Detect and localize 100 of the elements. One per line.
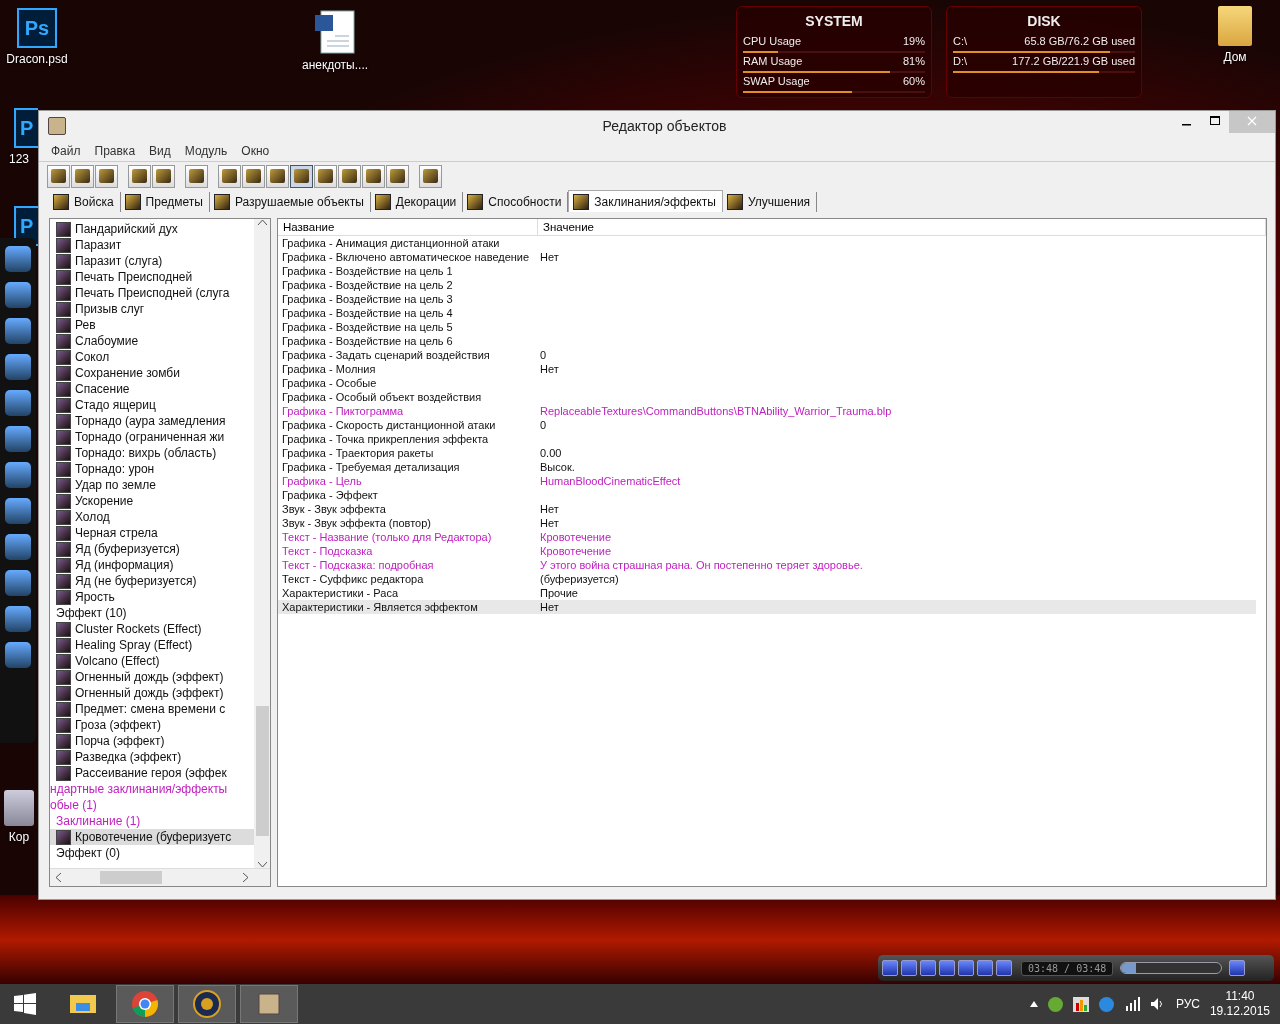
table-row[interactable]: Текст - Подсказка Кровотечение [278, 544, 1256, 558]
tree-folder[interactable]: Эффект (10) [50, 605, 254, 621]
scroll-right-icon[interactable] [243, 873, 249, 882]
tree-item[interactable]: Яд (буферизуется) [50, 541, 254, 557]
table-row[interactable]: Графика - Эффект [278, 488, 1256, 502]
column-header[interactable]: Название [278, 219, 538, 235]
tree-item[interactable]: Healing Spray (Effect) [50, 637, 254, 653]
table-row[interactable]: Графика - Траектория ракеты 0.00 [278, 446, 1256, 460]
seek-bar[interactable] [1120, 962, 1223, 974]
table-row[interactable]: Графика - Требуемая детализация Высок. [278, 460, 1256, 474]
tree-item[interactable]: Удар по земле [50, 477, 254, 493]
bar-chart-icon[interactable] [1072, 996, 1089, 1012]
tree-item[interactable]: Паразит (слуга) [50, 253, 254, 269]
table-row[interactable]: Графика - Анимация дистанционной атаки [278, 236, 1256, 250]
tree-item[interactable]: Торнадо: вихрь (область) [50, 445, 254, 461]
scroll-up-icon[interactable] [257, 219, 267, 225]
table-row[interactable]: Характеристики - Раса Прочие [278, 586, 1256, 600]
table-row[interactable]: Графика - Цель HumanBloodCinematicEffect [278, 474, 1256, 488]
tree-folder[interactable]: ндартные заклинания/эффекты [50, 781, 254, 797]
table-row[interactable]: Графика - Пиктограмма ReplaceableTextures\CommandButtons\BTNAbility_Warrior_Trauma.blp [278, 404, 1256, 418]
dock-app-icon[interactable] [5, 282, 31, 308]
toolbar-button[interactable] [290, 164, 313, 188]
tree-item[interactable]: Торнадо (ограниченная жи [50, 429, 254, 445]
menu-item[interactable]: Окно [234, 144, 277, 158]
tree-item[interactable]: Печать Преисподней (слуга [50, 285, 254, 301]
vertical-scrollbar[interactable] [254, 219, 270, 868]
toolbar-button[interactable] [314, 164, 337, 188]
table-row[interactable]: Текст - Название (только для Редактора) Кровотечение [278, 530, 1256, 544]
scroll-left-icon[interactable] [55, 873, 61, 882]
tree-item[interactable]: Торнадо (аура замедления [50, 413, 254, 429]
tree-item[interactable]: Стадо ящериц [50, 397, 254, 413]
language-indicator[interactable]: РУС [1175, 997, 1200, 1011]
player-button[interactable] [996, 960, 1012, 976]
desktop-icon-label[interactable]: Дом [1223, 50, 1247, 64]
dock-app-icon[interactable] [5, 246, 31, 272]
toolbar-button[interactable] [152, 164, 175, 188]
dock-app-icon[interactable] [5, 426, 31, 452]
tree-item[interactable]: Порча (эффект) [50, 733, 254, 749]
table-row[interactable]: Текст - Суффикс редактора (буферизуется) [278, 572, 1256, 586]
tree-item[interactable]: Яд (информация) [50, 557, 254, 573]
tree-folder[interactable]: Заклинание (1) [50, 813, 254, 829]
tree-item[interactable]: Volcano (Effect) [50, 653, 254, 669]
desktop-icon-label[interactable]: Dracon.psd [6, 52, 68, 66]
scroll-down-icon[interactable] [257, 862, 267, 868]
table-row[interactable]: Графика - Скорость дистанционной атаки 0 [278, 418, 1256, 432]
tree-item[interactable]: Ускорение [50, 493, 254, 509]
toolbar-button[interactable] [218, 164, 241, 188]
table-row[interactable]: Графика - Особый объект воздействия [278, 390, 1256, 404]
category-tab[interactable]: Заклинания/эффекты [568, 190, 723, 212]
toolbar-button[interactable] [338, 164, 361, 188]
tree-item[interactable]: Холод [50, 509, 254, 525]
tree-item[interactable]: Разведка (эффект) [50, 749, 254, 765]
toolbar-button[interactable] [266, 164, 289, 188]
desktop-icon-label[interactable]: Кор [8, 830, 30, 844]
toolbar-button[interactable] [128, 164, 151, 188]
tree-item[interactable]: Огненный дождь (эффект) [50, 685, 254, 701]
player-button[interactable] [939, 960, 955, 976]
table-row[interactable]: Характеристики - Является эффектом Нет [278, 600, 1256, 614]
menu-item[interactable]: Файл [44, 144, 88, 158]
toolbar-button[interactable] [185, 164, 208, 188]
table-row[interactable]: Графика - Воздействие на цель 2 [278, 278, 1256, 292]
scrollbar-thumb[interactable] [255, 706, 269, 836]
clock[interactable]: 11:40 19.12.2015 [1209, 989, 1270, 1019]
table-row[interactable]: Графика - Воздействие на цель 6 [278, 334, 1256, 348]
toolbar-button[interactable] [386, 164, 409, 188]
dock-app-icon[interactable] [5, 498, 31, 524]
table-row[interactable]: Графика - Включено автоматическое наведение Нет [278, 250, 1256, 264]
tree-item[interactable]: Cluster Rockets (Effect) [50, 621, 254, 637]
table-row[interactable]: Графика - Воздействие на цель 5 [278, 320, 1256, 334]
table-row[interactable]: Графика - Задать сценарий воздействия 0 [278, 348, 1256, 362]
player-button[interactable] [920, 960, 936, 976]
tree-item[interactable]: Гроза (эффект) [50, 717, 254, 733]
tree-folder[interactable]: обые (1) [50, 797, 254, 813]
tree-item[interactable]: Торнадо: урон [50, 461, 254, 477]
tree-item[interactable]: Слабоумие [50, 333, 254, 349]
dock-app-icon[interactable] [5, 534, 31, 560]
table-row[interactable]: Звук - Звук эффекта (повтор) Нет [278, 516, 1256, 530]
desktop-icon-label[interactable]: 123 [9, 152, 29, 166]
player-button[interactable] [901, 960, 917, 976]
desktop-icon-label[interactable]: анекдоты.... [301, 58, 369, 72]
dock-app-icon[interactable] [5, 390, 31, 416]
toolbar-button[interactable] [362, 164, 385, 188]
player-button[interactable] [1229, 960, 1246, 976]
tray-caret-icon[interactable] [1029, 1001, 1038, 1007]
dock-app-icon[interactable] [5, 570, 31, 596]
tree-item[interactable]: Сокол [50, 349, 254, 365]
tree-item[interactable]: Призыв слуг [50, 301, 254, 317]
toolbar-button[interactable] [71, 164, 94, 188]
player-button[interactable] [977, 960, 993, 976]
dock-app-icon[interactable] [5, 318, 31, 344]
table-row[interactable]: Графика - Молния Нет [278, 362, 1256, 376]
player-button[interactable] [958, 960, 974, 976]
table-row[interactable]: Графика - Точка прикрепления эффекта [278, 432, 1256, 446]
dock-app-icon[interactable] [5, 354, 31, 380]
tree-item[interactable]: Предмет: смена времени с [50, 701, 254, 717]
table-row[interactable]: Текст - Подсказка: подробная У этого война страшная рана. Он постепенно теряет здоровье. [278, 558, 1256, 572]
table-row[interactable]: Графика - Особые [278, 376, 1256, 390]
tree-item[interactable]: Пандарийский дух [50, 221, 254, 237]
menu-item[interactable]: Правка [87, 144, 143, 158]
tree-item[interactable]: Яд (не буферизуется) [50, 573, 254, 589]
